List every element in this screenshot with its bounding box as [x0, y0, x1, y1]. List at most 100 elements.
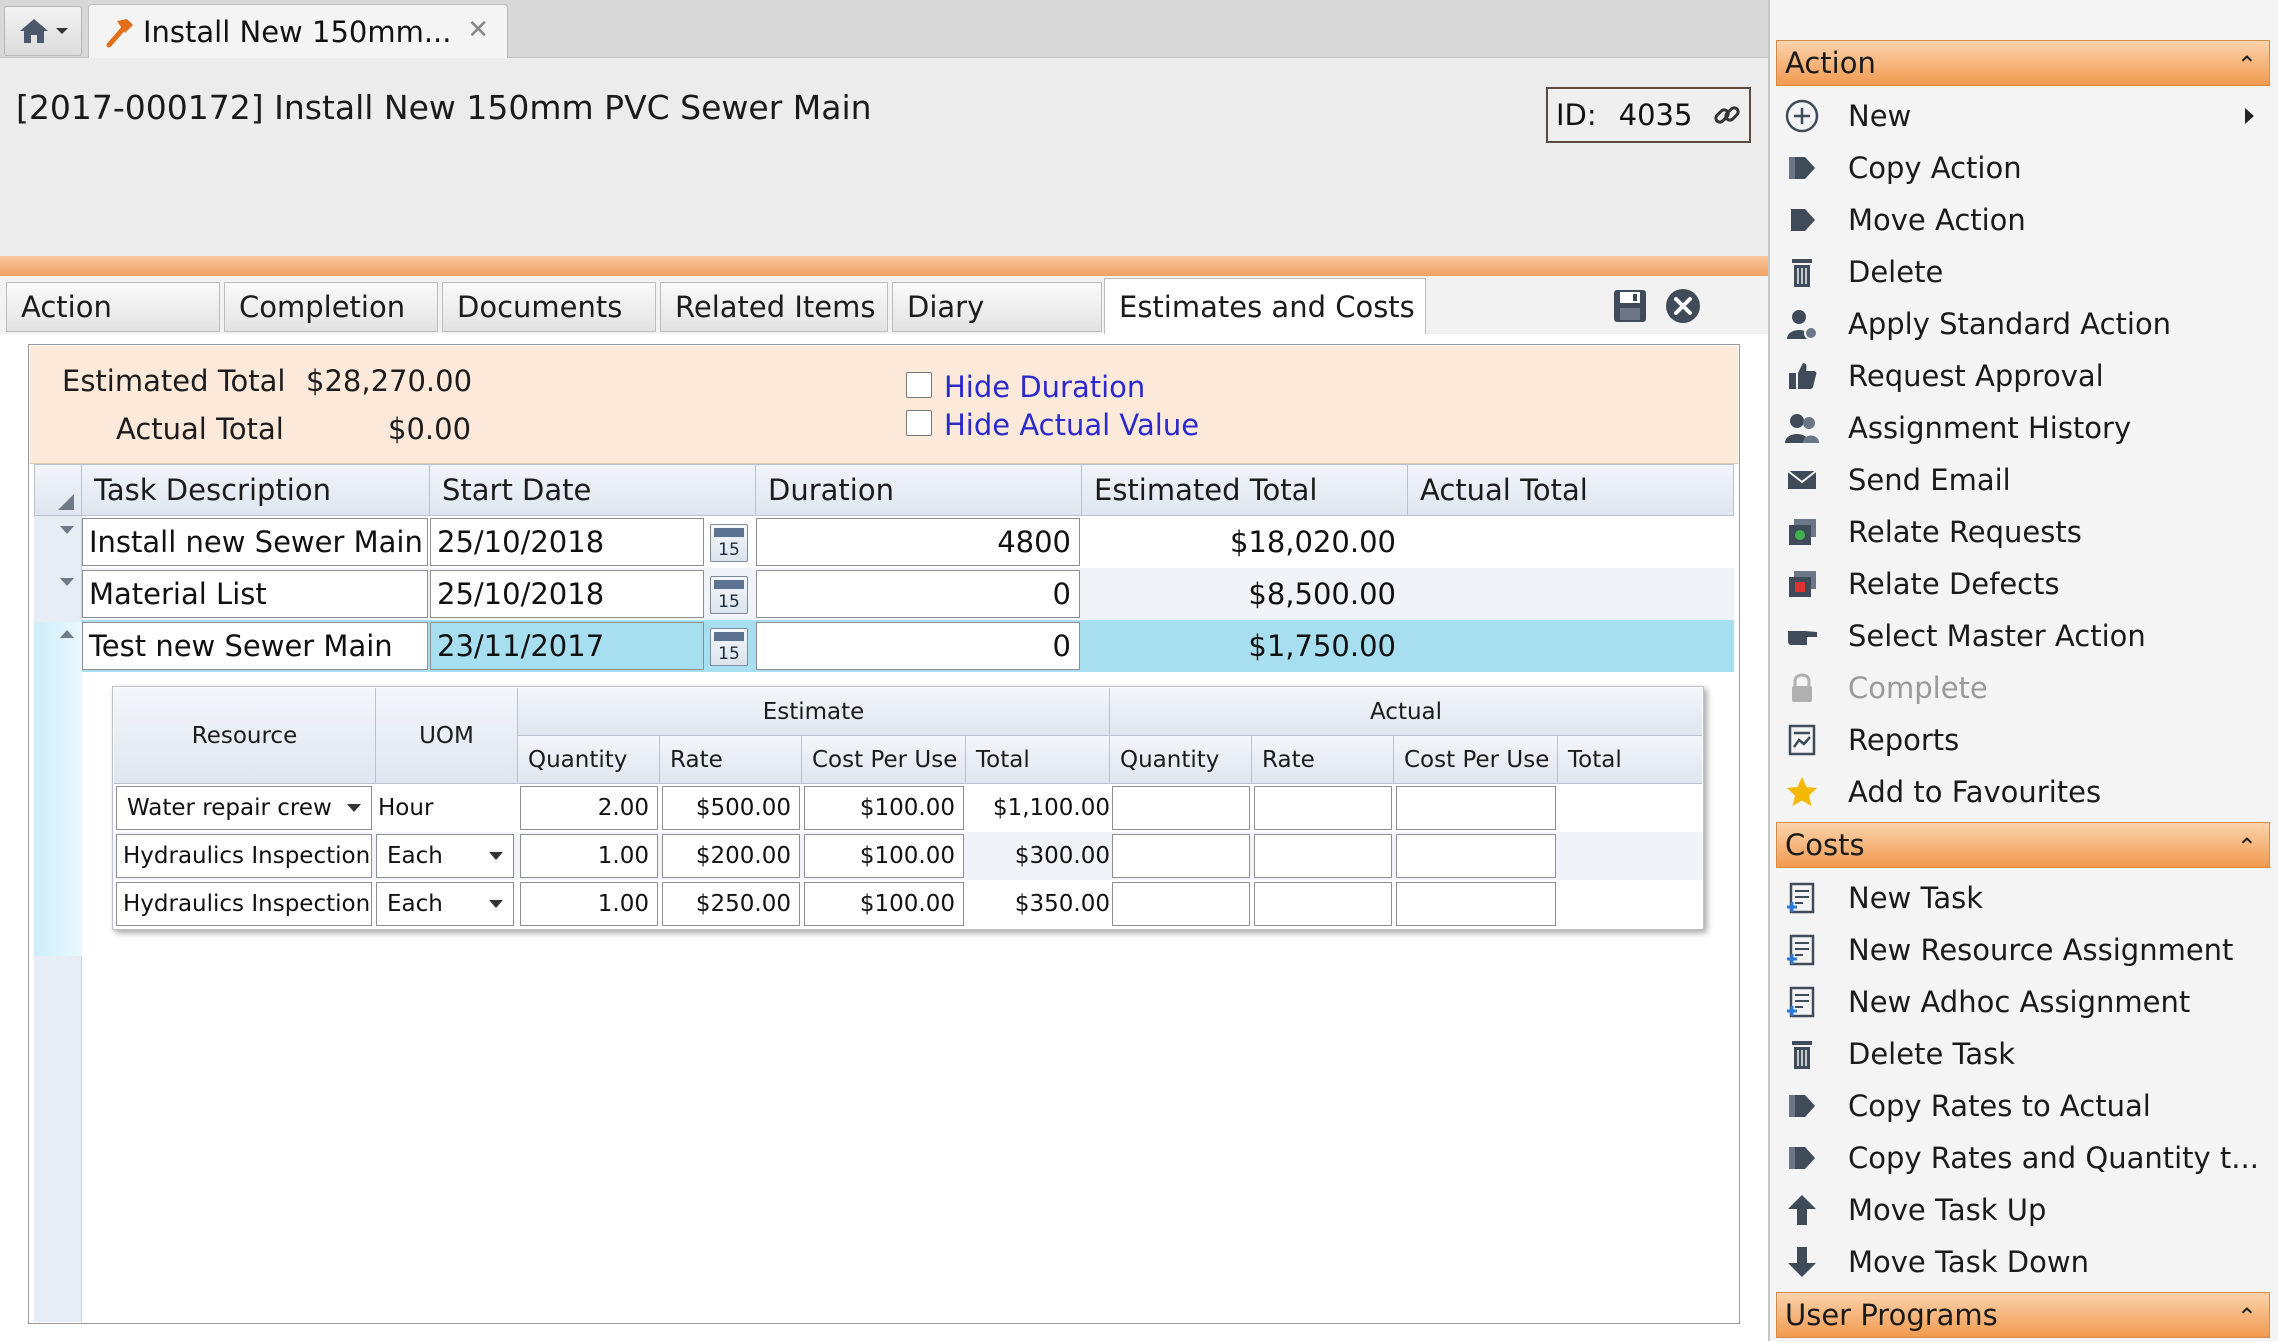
menu-item-copy-action[interactable]: Copy Action: [1776, 142, 2270, 194]
task-description-field[interactable]: Install new Sewer Main: [82, 518, 428, 566]
menu-item-copy-rates-to-actual[interactable]: Copy Rates to Actual: [1776, 1080, 2270, 1132]
menu-item-move-task-up[interactable]: Move Task Up: [1776, 1184, 2270, 1236]
estimate-cost-per-use-field[interactable]: $100.00: [804, 786, 964, 830]
tab-estimates-and-costs[interactable]: Estimates and Costs: [1104, 278, 1426, 334]
column-header-estimated-total[interactable]: Estimated Total: [1082, 464, 1408, 516]
link-icon[interactable]: [1712, 100, 1742, 130]
actual-cost-per-use-field[interactable]: [1396, 834, 1556, 878]
task-description-field[interactable]: Test new Sewer Main: [82, 622, 428, 670]
actual-quantity-field[interactable]: [1112, 882, 1250, 926]
user-programs-section-header[interactable]: User Programs ⌃: [1776, 1292, 2270, 1338]
column-header-duration[interactable]: Duration: [756, 464, 1082, 516]
resource-select[interactable]: Water repair crew: [116, 786, 372, 830]
menu-item-assignment-history[interactable]: Assignment History: [1776, 402, 2270, 454]
column-header-actual-cost-per-use[interactable]: Cost Per Use: [1394, 736, 1558, 784]
column-header-actual-quantity[interactable]: Quantity: [1110, 736, 1252, 784]
estimate-rate-field[interactable]: $500.00: [662, 786, 800, 830]
column-header-start-date[interactable]: Start Date: [430, 464, 756, 516]
tab-completion[interactable]: Completion: [224, 282, 438, 332]
actual-rate-field[interactable]: [1254, 834, 1392, 878]
resource-row[interactable]: Hydraulics Inspection Each 1.00 $200.00 …: [114, 832, 1702, 880]
start-date-field[interactable]: 23/11/2017: [430, 622, 704, 670]
column-header-actual-rate[interactable]: Rate: [1252, 736, 1394, 784]
menu-item-add-to-favourites[interactable]: Add to Favourites: [1776, 766, 2270, 818]
actual-quantity-field[interactable]: [1112, 786, 1250, 830]
tab-related-items[interactable]: Related Items: [660, 282, 888, 332]
actual-quantity-field[interactable]: [1112, 834, 1250, 878]
resource-row[interactable]: Water repair crew Hour 2.00 $500.00 $100…: [114, 784, 1702, 832]
estimate-quantity-field[interactable]: 1.00: [520, 882, 658, 926]
expand-row-1-icon[interactable]: [58, 524, 76, 536]
uom-select[interactable]: Each: [376, 834, 514, 878]
start-date-field[interactable]: 25/10/2018: [430, 518, 704, 566]
hide-actual-value-label[interactable]: Hide Actual Value: [944, 408, 1199, 442]
menu-item-delete-task[interactable]: Delete Task: [1776, 1028, 2270, 1080]
calendar-icon[interactable]: 15: [710, 576, 748, 614]
column-header-estimate-cost-per-use[interactable]: Cost Per Use: [802, 736, 966, 784]
action-section-header[interactable]: Action ⌃: [1776, 40, 2270, 86]
hide-actual-value-checkbox[interactable]: [906, 410, 932, 436]
resource-field[interactable]: Hydraulics Inspection: [116, 882, 372, 926]
estimate-quantity-field[interactable]: 1.00: [520, 834, 658, 878]
estimate-quantity-field[interactable]: 2.00: [520, 786, 658, 830]
menu-item-new-resource-assignment[interactable]: New Resource Assignment: [1776, 924, 2270, 976]
calendar-icon[interactable]: 15: [710, 628, 748, 666]
resource-row[interactable]: Hydraulics Inspection Each 1.00 $250.00 …: [114, 880, 1702, 928]
task-description-field[interactable]: Material List: [82, 570, 428, 618]
save-icon[interactable]: [1612, 288, 1648, 324]
select-all-corner[interactable]: [34, 464, 82, 516]
column-header-estimate-rate[interactable]: Rate: [660, 736, 802, 784]
duration-field[interactable]: 4800: [756, 518, 1080, 566]
column-header-resource[interactable]: Resource: [114, 688, 376, 784]
tab-action[interactable]: Action: [6, 282, 220, 332]
start-date-field[interactable]: 25/10/2018: [430, 570, 704, 618]
calendar-icon[interactable]: 15: [710, 524, 748, 562]
estimate-cost-per-use-field[interactable]: $100.00: [804, 882, 964, 926]
menu-item-send-email[interactable]: Send Email: [1776, 454, 2270, 506]
column-header-actual-total[interactable]: Total: [1558, 736, 1702, 784]
document-tab[interactable]: Install New 150mm... ✕: [88, 4, 508, 58]
hide-duration-checkbox[interactable]: [906, 372, 932, 398]
column-header-uom[interactable]: UOM: [376, 688, 518, 784]
menu-item-new[interactable]: New: [1776, 90, 2270, 142]
hide-duration-label[interactable]: Hide Duration: [944, 370, 1145, 404]
menu-item-relate-defects[interactable]: Relate Defects: [1776, 558, 2270, 610]
menu-item-relate-requests[interactable]: Relate Requests: [1776, 506, 2270, 558]
close-tab-icon[interactable]: ✕: [467, 15, 489, 45]
collapse-row-3-icon[interactable]: [58, 628, 76, 640]
menu-item-copy-rates-and-quantity[interactable]: Copy Rates and Quantity t...: [1776, 1132, 2270, 1184]
menu-item-new-task[interactable]: New Task: [1776, 872, 2270, 924]
menu-item-select-master-action[interactable]: Select Master Action: [1776, 610, 2270, 662]
estimate-rate-field[interactable]: $250.00: [662, 882, 800, 926]
column-header-estimate-total[interactable]: Total: [966, 736, 1110, 784]
uom-select[interactable]: Each: [376, 882, 514, 926]
duration-field[interactable]: 0: [756, 570, 1080, 618]
task-row[interactable]: Material List 25/10/2018 15 0 $8,500.00: [82, 568, 1734, 620]
menu-item-move-action[interactable]: Move Action: [1776, 194, 2270, 246]
actual-rate-field[interactable]: [1254, 882, 1392, 926]
home-menu-button[interactable]: [4, 6, 82, 56]
costs-section-header[interactable]: Costs ⌃: [1776, 822, 2270, 868]
tab-documents[interactable]: Documents: [442, 282, 656, 332]
menu-item-apply-standard-action[interactable]: Apply Standard Action: [1776, 298, 2270, 350]
column-header-estimate-quantity[interactable]: Quantity: [518, 736, 660, 784]
task-row[interactable]: Install new Sewer Main 25/10/2018 15 480…: [82, 516, 1734, 568]
expand-row-2-icon[interactable]: [58, 576, 76, 588]
collapse-chevron-icon[interactable]: ⌃: [2237, 51, 2257, 79]
collapse-chevron-icon[interactable]: ⌃: [2237, 1303, 2257, 1331]
estimate-cost-per-use-field[interactable]: $100.00: [804, 834, 964, 878]
collapse-chevron-icon[interactable]: ⌃: [2237, 833, 2257, 861]
column-header-actual-total[interactable]: Actual Total: [1408, 464, 1734, 516]
close-circle-icon[interactable]: [1665, 288, 1701, 324]
estimate-rate-field[interactable]: $200.00: [662, 834, 800, 878]
menu-item-delete[interactable]: Delete: [1776, 246, 2270, 298]
task-row-selected[interactable]: Test new Sewer Main 23/11/2017 15 0 $1,7…: [82, 620, 1734, 672]
actual-cost-per-use-field[interactable]: [1396, 882, 1556, 926]
actual-rate-field[interactable]: [1254, 786, 1392, 830]
menu-item-new-adhoc-assignment[interactable]: New Adhoc Assignment: [1776, 976, 2270, 1028]
menu-item-reports[interactable]: Reports: [1776, 714, 2270, 766]
column-header-task-description[interactable]: Task Description: [82, 464, 430, 516]
tab-diary[interactable]: Diary: [892, 282, 1102, 332]
actual-cost-per-use-field[interactable]: [1396, 786, 1556, 830]
resource-field[interactable]: Hydraulics Inspection: [116, 834, 372, 878]
